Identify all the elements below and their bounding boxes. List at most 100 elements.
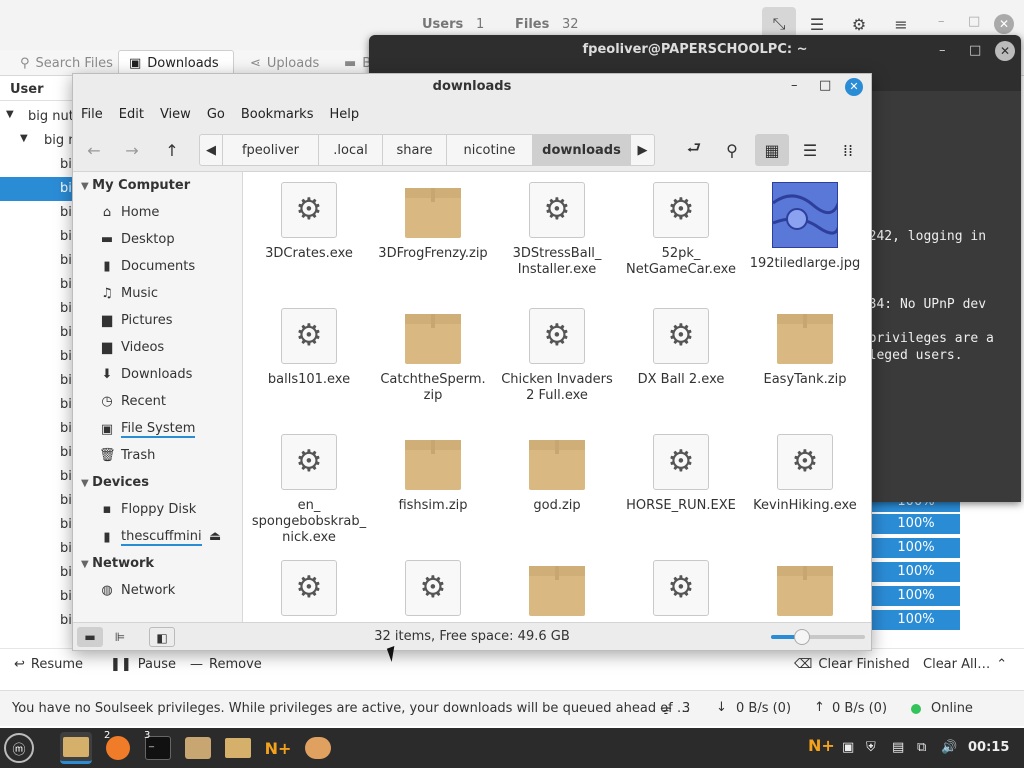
sidebar-item-videos[interactable]: ▆ Videos (99, 340, 164, 355)
sidebar-item-usb[interactable]: ▮ thescuffmini (99, 529, 202, 546)
breadcrumb-item[interactable]: share (383, 134, 447, 166)
sidebar-item-music[interactable]: ♫ Music (99, 286, 158, 301)
tree-row[interactable]: bi (0, 225, 80, 249)
sidebar-item-recent[interactable]: ◷ Recent (99, 394, 166, 409)
terminal-minimize-button[interactable]: – (939, 43, 946, 58)
tree-row[interactable]: bi (0, 417, 80, 441)
minimize-button[interactable]: – (938, 14, 945, 29)
taskbar-files[interactable] (60, 732, 92, 764)
tree-row[interactable]: bi (0, 249, 80, 273)
tree-row[interactable]: bi (0, 441, 80, 465)
maximize-button[interactable]: □ (968, 14, 980, 29)
tree-row[interactable]: bi (0, 609, 80, 633)
fm-close-button[interactable]: ✕ (845, 78, 863, 96)
file-item[interactable]: ⚙ (371, 560, 495, 622)
file-item[interactable]: CatchtheSperm. zip (371, 308, 495, 404)
close-button[interactable]: ✕ (994, 14, 1014, 34)
compact-view-button[interactable]: ⁞⁞ (831, 134, 865, 166)
resume-button[interactable]: ↩ Resume (14, 657, 83, 672)
shield-icon[interactable]: ⛨ (866, 740, 876, 755)
sidebar-item-trash[interactable]: 🗑 Trash (99, 448, 155, 463)
file-item[interactable]: ⚙ en_ spongebobskrab_ nick.exe (247, 434, 371, 546)
updates-tray-icon[interactable]: ▤ (892, 740, 904, 755)
breadcrumb-right-button[interactable]: ▶ (631, 134, 655, 166)
sidebar-item-file-system[interactable]: ▣ File System (99, 421, 196, 438)
breadcrumb-item[interactable]: fpeoliver (223, 134, 319, 166)
search-button[interactable]: ⚲ (715, 134, 749, 166)
file-item[interactable]: 192tiledlarge.jpg (743, 182, 867, 272)
menu-help[interactable]: Help (321, 102, 367, 128)
taskbar-paint[interactable] (302, 732, 334, 764)
file-item[interactable]: ⚙ KevinHiking.exe (743, 434, 867, 514)
sidebar-item-pictures[interactable]: ▆ Pictures (99, 313, 172, 328)
sidebar-item-floppy[interactable]: ▪ Floppy Disk (99, 502, 197, 517)
file-item[interactable]: 3DFrogFrenzy.zip (371, 182, 495, 262)
file-item[interactable] (495, 560, 619, 622)
tree-row[interactable]: bi (0, 513, 80, 537)
zoom-handle[interactable] (794, 629, 811, 645)
taskbar-package[interactable] (182, 732, 214, 764)
volume-icon[interactable]: 🔊 (941, 740, 957, 755)
file-item[interactable]: ⚙ balls101.exe (247, 308, 371, 388)
network-tray-icon[interactable]: ⧉ (917, 740, 926, 755)
taskbar-folder[interactable] (222, 732, 254, 764)
toggle-location-button[interactable]: ⮐ (677, 134, 711, 166)
breadcrumb-left-button[interactable]: ◀ (199, 134, 223, 166)
tree-row[interactable]: ▼ big n (0, 129, 80, 153)
tree-row[interactable]: bi (0, 153, 80, 177)
eject-icon[interactable]: ⏏ (209, 529, 221, 544)
tree-row[interactable]: bi (0, 465, 80, 489)
back-button[interactable]: ← (77, 134, 111, 166)
menu-edit[interactable]: Edit (111, 102, 152, 128)
terminal-maximize-button[interactable]: □ (969, 43, 981, 58)
file-item[interactable]: ⚙ DX Ball 2.exe (619, 308, 743, 388)
tree-row[interactable]: bi (0, 369, 80, 393)
file-item[interactable]: ⚙ (619, 560, 743, 622)
menu-view[interactable]: View (152, 102, 199, 128)
tree-row[interactable]: bi (0, 177, 80, 201)
tree-row[interactable]: bi (0, 585, 80, 609)
taskbar-nicotine[interactable]: N+ (262, 732, 294, 764)
clock[interactable]: 00:15 (968, 740, 1009, 755)
breadcrumb-item[interactable]: .local (319, 134, 383, 166)
tree-row[interactable]: bi (0, 489, 80, 513)
sidebar-section-network[interactable]: ▼ Network (81, 556, 154, 571)
start-menu-button[interactable]: ⓜ (4, 733, 34, 763)
tree-row[interactable]: bi (0, 393, 80, 417)
sidebar-item-desktop[interactable]: ▬ Desktop (99, 232, 175, 247)
file-item[interactable]: fishsim.zip (371, 434, 495, 514)
fm-maximize-button[interactable]: □ (819, 78, 831, 93)
file-item[interactable]: ⚙ 3DCrates.exe (247, 182, 371, 262)
tree-row[interactable]: bi (0, 201, 80, 225)
menu-file[interactable]: File (73, 102, 111, 128)
up-button[interactable]: ↑ (155, 134, 189, 166)
menu-go[interactable]: Go (199, 102, 233, 128)
sidebar-section-my-computer[interactable]: ▼ My Computer (81, 178, 190, 193)
sidebar-item-downloads[interactable]: ⬇ Downloads (99, 367, 193, 382)
fm-minimize-button[interactable]: – (791, 78, 798, 93)
tree-row[interactable]: bi (0, 297, 80, 321)
clipboard-tray-icon[interactable]: ▣ (842, 740, 854, 755)
file-item[interactable]: ⚙ Chicken Invaders 2 Full.exe (495, 308, 619, 404)
column-header-user[interactable]: User (0, 77, 80, 101)
clear-all-button[interactable]: Clear All… ⌃ (923, 657, 1007, 672)
remove-button[interactable]: — Remove (190, 657, 262, 672)
file-item[interactable]: god.zip (495, 434, 619, 514)
breadcrumb-current[interactable]: downloads (533, 134, 631, 166)
online-status[interactable]: Online (931, 701, 973, 716)
sidebar-item-home[interactable]: ⌂ Home (99, 205, 160, 220)
breadcrumb-item[interactable]: nicotine (447, 134, 533, 166)
sidebar-section-devices[interactable]: ▼ Devices (81, 475, 149, 490)
tree-row[interactable]: bi (0, 345, 80, 369)
forward-button[interactable]: → (115, 134, 149, 166)
icon-view-button[interactable]: ▦ (755, 134, 789, 166)
list-view-button[interactable]: ☰ (793, 134, 827, 166)
file-item[interactable]: EasyTank.zip (743, 308, 867, 388)
tree-row[interactable]: bi (0, 273, 80, 297)
file-item[interactable] (743, 560, 867, 622)
file-item[interactable]: ⚙ 52pk_ NetGameCar.exe (619, 182, 743, 278)
sidebar-item-documents[interactable]: ▮ Documents (99, 259, 195, 274)
terminal-close-button[interactable]: ✕ (995, 41, 1015, 61)
nicotine-tray-icon[interactable]: N+ (808, 736, 835, 755)
tree-row[interactable]: bi (0, 321, 80, 345)
